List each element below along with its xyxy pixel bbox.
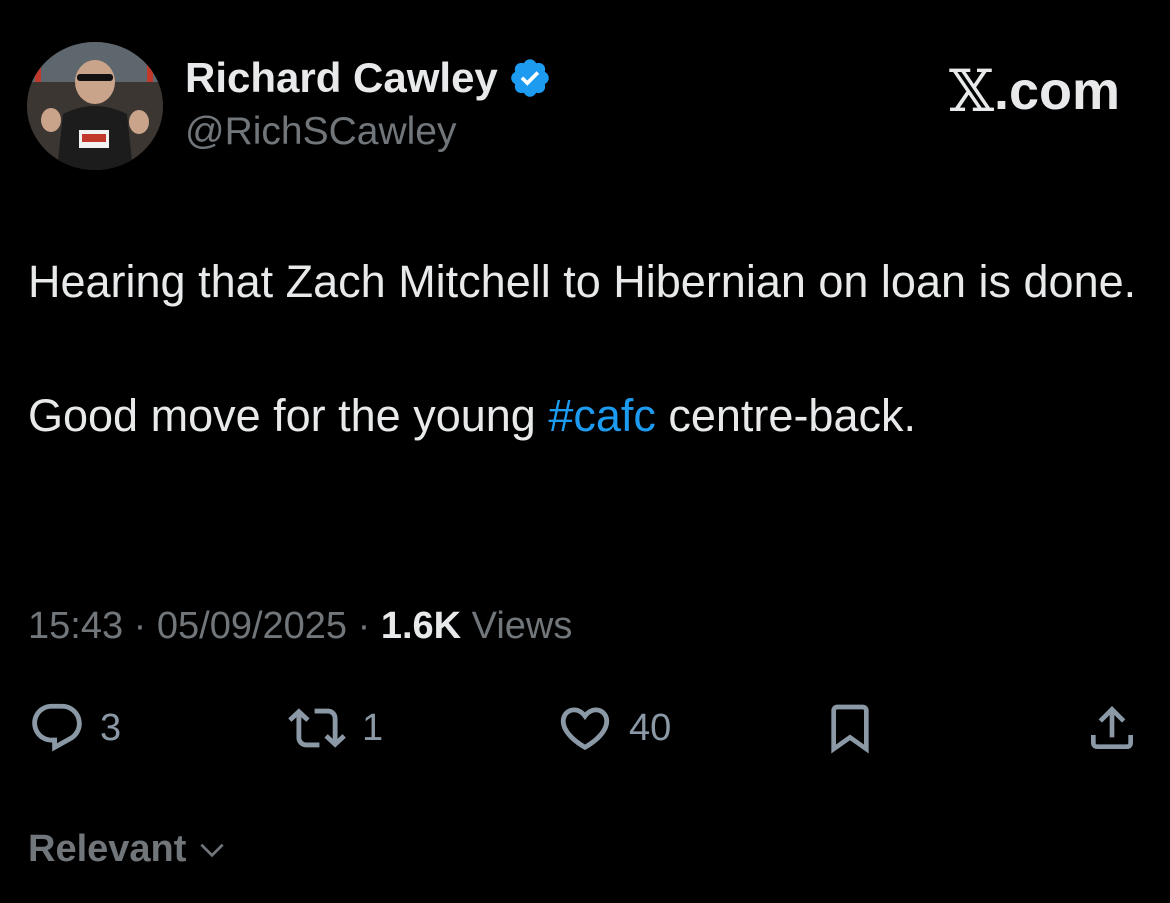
reply-count: 3: [100, 706, 122, 749]
repost-count: 1: [362, 706, 384, 749]
reply-icon: [32, 703, 82, 752]
like-button[interactable]: 40: [555, 700, 671, 756]
views-count: 1.6K: [380, 605, 462, 647]
x-logo-icon: 𝕏: [948, 57, 994, 125]
tweet-paragraph-2-prefix: Good move for the young: [28, 390, 549, 441]
tweet-meta: 15:43 · 05/09/2025 · 1.6K Views: [28, 602, 572, 650]
runner-photo-avatar: [27, 42, 163, 170]
share-button[interactable]: [1084, 700, 1140, 756]
tweet-date[interactable]: 05/09/2025: [157, 605, 347, 647]
bookmark-icon: [831, 704, 869, 754]
like-count: 40: [629, 706, 672, 749]
author-name-row: Richard Cawley: [185, 56, 552, 100]
verified-badge-icon: [511, 59, 549, 97]
site-label-text: .com: [993, 61, 1120, 121]
reply-button[interactable]: 3: [28, 700, 121, 756]
tweet-paragraph-2: Good move for the young #cafc centre-bac…: [28, 382, 1138, 449]
author-display-name[interactable]: Richard Cawley: [185, 57, 498, 99]
bookmark-button[interactable]: [822, 700, 878, 756]
tweet-time[interactable]: 15:43: [28, 605, 123, 647]
views-label: Views: [461, 605, 573, 647]
share-icon: [1091, 706, 1133, 749]
tweet-paragraph-2-suffix: centre-back.: [655, 390, 916, 441]
repost-icon: [288, 708, 346, 748]
meta-separator: ·: [123, 605, 157, 647]
meta-separator: ·: [347, 605, 381, 647]
tweet-paragraph-1: Hearing that Zach Mitchell to Hibernian …: [28, 256, 1137, 307]
tweet-text: Hearing that Zach Mitchell to Hibernian …: [28, 248, 1138, 449]
avatar[interactable]: [27, 42, 163, 170]
sort-replies-dropdown[interactable]: Relevant: [28, 828, 228, 871]
repost-button[interactable]: 1: [286, 700, 383, 756]
chevron-down-icon: [200, 843, 225, 857]
author-handle[interactable]: @RichSCawley: [185, 112, 457, 151]
site-label: 𝕏 .com: [949, 62, 1120, 120]
heart-icon: [560, 707, 610, 751]
hashtag-link[interactable]: #cafc: [548, 390, 656, 441]
sort-label: Relevant: [28, 828, 187, 870]
